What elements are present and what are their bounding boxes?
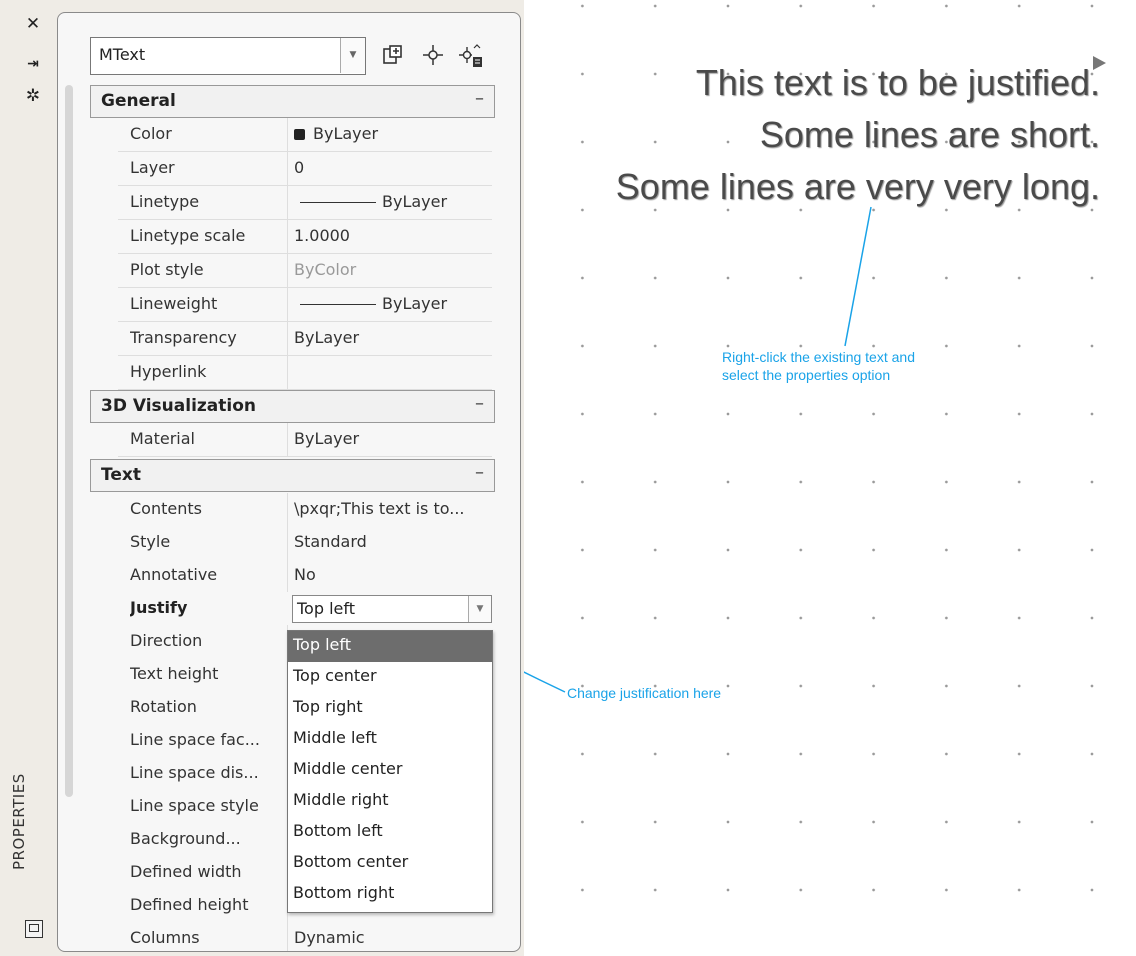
prop-row-contents[interactable]: Contents \pxqr;This text is to... xyxy=(118,493,492,527)
justify-option-bottom-right[interactable]: Bottom right xyxy=(288,879,492,910)
prop-value: ByLayer xyxy=(294,192,489,211)
prop-name: Line space style xyxy=(130,796,259,815)
section-title: General xyxy=(101,91,176,111)
prop-row-material[interactable]: Material ByLayer xyxy=(118,423,492,457)
prop-name: Lineweight xyxy=(130,294,218,313)
section-3d-visualization[interactable]: 3D Visualization – xyxy=(90,390,495,423)
linetype-sample-icon xyxy=(300,202,376,203)
justify-option-bottom-left[interactable]: Bottom left xyxy=(288,817,492,848)
prop-row-linetype-scale[interactable]: Linetype scale 1.0000 xyxy=(118,220,492,254)
select-objects-icon[interactable] xyxy=(420,43,446,69)
prop-row-justify[interactable]: Justify Top left ▼ xyxy=(118,592,492,626)
object-type-select[interactable]: MText ▼ xyxy=(90,37,366,75)
lineweight-sample-icon xyxy=(300,304,376,305)
prop-name: Rotation xyxy=(130,697,197,716)
prop-value: 0 xyxy=(294,158,305,177)
prop-name: Defined height xyxy=(130,895,249,914)
justify-option-top-left[interactable]: Top left xyxy=(288,631,492,662)
prop-name: Linetype scale xyxy=(130,226,246,245)
prop-row-layer[interactable]: Layer 0 xyxy=(118,152,492,186)
prop-value: 1.0000 xyxy=(294,226,350,245)
prop-row-annotative[interactable]: Annotative No xyxy=(118,559,492,593)
prop-row-lineweight[interactable]: Lineweight ByLayer xyxy=(118,288,492,322)
section-general[interactable]: General – xyxy=(90,85,495,118)
prop-value: \pxqr;This text is to... xyxy=(294,499,465,518)
prop-name: Contents xyxy=(130,499,202,518)
justify-value: Top left xyxy=(297,599,355,618)
justify-option-middle-right[interactable]: Middle right xyxy=(288,786,492,817)
prop-value: ByLayer xyxy=(294,124,489,143)
lineweight-value: ByLayer xyxy=(382,294,448,313)
prop-row-hyperlink[interactable]: Hyperlink xyxy=(118,356,492,390)
prop-name: Defined width xyxy=(130,862,242,881)
chevron-down-icon[interactable]: ▼ xyxy=(468,596,491,622)
prop-name: Line space dis... xyxy=(130,763,259,782)
prop-row-columns[interactable]: Columns Dynamic xyxy=(118,922,492,951)
linetype-value: ByLayer xyxy=(382,192,448,211)
prop-name: Justify xyxy=(130,598,188,617)
prop-row-style[interactable]: Style Standard xyxy=(118,526,492,560)
section-text[interactable]: Text – xyxy=(90,459,495,492)
auto-hide-icon[interactable]: ⇥ xyxy=(18,54,48,74)
palette-settings-icon[interactable]: ✲ xyxy=(18,86,48,106)
collapse-icon[interactable]: – xyxy=(475,462,484,483)
prop-name: Line space fac... xyxy=(130,730,260,749)
collapse-icon[interactable]: – xyxy=(475,88,484,109)
object-type-value: MText xyxy=(99,45,146,64)
toggle-pickadd-icon[interactable] xyxy=(380,43,406,69)
prop-value: ByColor xyxy=(294,260,357,279)
justify-dropdown[interactable]: Top left ▼ xyxy=(292,595,492,623)
section-title: Text xyxy=(101,465,141,485)
justify-option-bottom-center[interactable]: Bottom center xyxy=(288,848,492,879)
scrollbar[interactable] xyxy=(65,85,73,797)
prop-row-linetype[interactable]: Linetype ByLayer xyxy=(118,186,492,220)
justify-option-middle-center[interactable]: Middle center xyxy=(288,755,492,786)
justify-option-top-center[interactable]: Top center xyxy=(288,662,492,693)
section-title: 3D Visualization xyxy=(101,396,256,416)
color-value: ByLayer xyxy=(313,124,379,143)
prop-name: Transparency xyxy=(130,328,237,347)
prop-value: Dynamic xyxy=(294,928,365,947)
prop-name: Annotative xyxy=(130,565,218,584)
prop-value: ByLayer xyxy=(294,294,489,313)
prop-row-transparency[interactable]: Transparency ByLayer xyxy=(118,322,492,356)
properties-icon xyxy=(25,920,43,938)
prop-value: Standard xyxy=(294,532,367,551)
palette-title: PROPERTIES xyxy=(10,773,28,870)
prop-value: No xyxy=(294,565,316,584)
prop-name: Material xyxy=(130,429,195,448)
prop-value: ByLayer xyxy=(294,429,360,448)
chevron-down-icon[interactable]: ▼ xyxy=(340,38,365,73)
prop-name: Hyperlink xyxy=(130,362,207,381)
prop-row-color[interactable]: Color ByLayer xyxy=(118,118,492,152)
prop-name: Direction xyxy=(130,631,203,650)
quick-select-icon[interactable] xyxy=(458,43,484,69)
prop-name: Linetype xyxy=(130,192,200,211)
color-swatch-icon xyxy=(294,129,305,140)
prop-row-plot-style[interactable]: Plot style ByColor xyxy=(118,254,492,288)
prop-name: Plot style xyxy=(130,260,204,279)
justify-option-middle-left[interactable]: Middle left xyxy=(288,724,492,755)
collapse-icon[interactable]: – xyxy=(475,393,484,414)
prop-name: Color xyxy=(130,124,172,143)
prop-name: Background... xyxy=(130,829,241,848)
prop-name: Text height xyxy=(130,664,219,683)
justify-options-list[interactable]: Top left Top center Top right Middle lef… xyxy=(287,630,493,913)
prop-value: ByLayer xyxy=(294,328,360,347)
prop-name: Style xyxy=(130,532,171,551)
leader-properties xyxy=(844,206,872,347)
prop-name: Layer xyxy=(130,158,175,177)
justify-option-top-right[interactable]: Top right xyxy=(288,693,492,724)
close-icon[interactable]: ✕ xyxy=(18,14,48,34)
prop-name: Columns xyxy=(130,928,200,947)
